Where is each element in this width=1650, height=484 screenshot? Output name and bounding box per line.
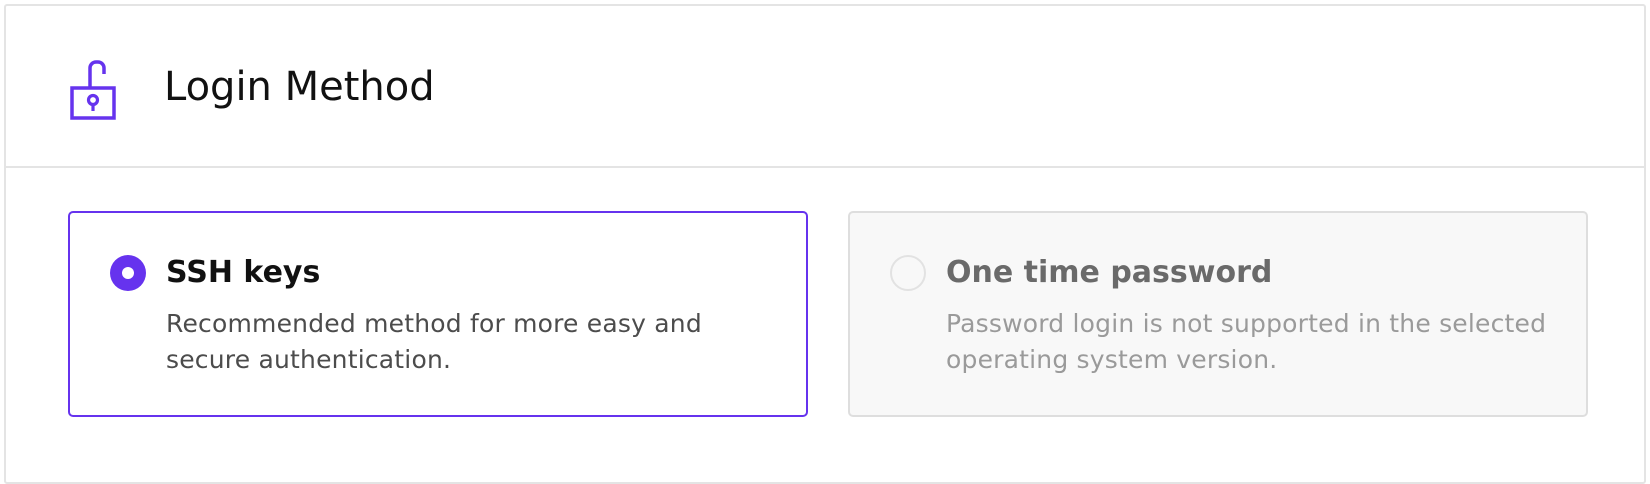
panel-header: Login Method <box>6 6 1644 168</box>
option-ssh-keys[interactable]: SSH keys Recommended method for more eas… <box>68 211 808 417</box>
option-title: One time password <box>946 255 1273 290</box>
login-method-panel: Login Method SSH keys Recommended method… <box>4 4 1646 484</box>
option-title: SSH keys <box>166 255 321 290</box>
option-description: Recommended method for more easy and sec… <box>166 309 702 374</box>
page-title: Login Method <box>164 64 435 110</box>
option-description: Password login is not supported in the s… <box>946 309 1547 374</box>
option-one-time-password: One time password Password login is not … <box>848 211 1588 417</box>
radio-unselected-icon <box>890 255 926 291</box>
unlocked-padlock-icon <box>68 58 118 120</box>
radio-selected-icon[interactable] <box>110 255 146 291</box>
